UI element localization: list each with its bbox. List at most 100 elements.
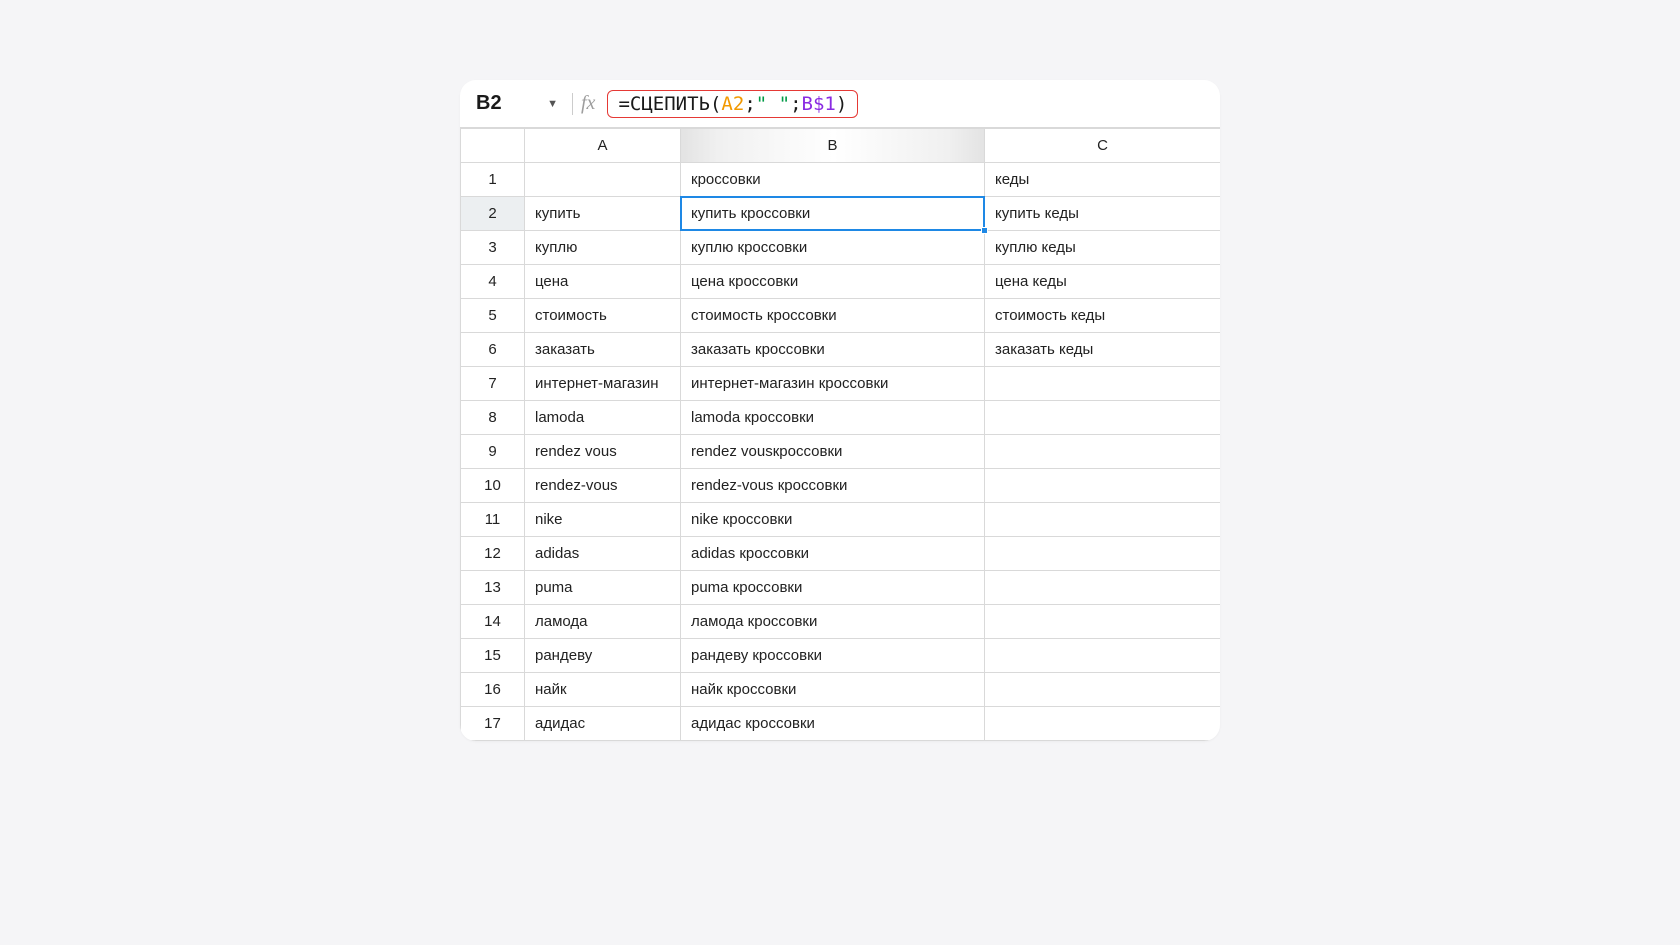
cell-B15[interactable]: рандеву кроссовки [681, 639, 985, 673]
column-header-row: A B C [461, 129, 1221, 163]
row-header-8[interactable]: 8 [461, 401, 525, 435]
row-13: 13pumapuma кроссовки [461, 571, 1221, 605]
cell-A11[interactable]: nike [525, 503, 681, 537]
cell-C11[interactable] [985, 503, 1221, 537]
row-12: 12adidasadidas кроссовки [461, 537, 1221, 571]
cell-A16[interactable]: найк [525, 673, 681, 707]
cell-B14[interactable]: ламода кроссовки [681, 605, 985, 639]
cell-B3[interactable]: куплю кроссовки [681, 231, 985, 265]
fx-icon[interactable]: fx [581, 92, 595, 115]
cell-C9[interactable] [985, 435, 1221, 469]
row-header-14[interactable]: 14 [461, 605, 525, 639]
col-header-A[interactable]: A [525, 129, 681, 163]
row-6: 6заказатьзаказать кроссовкизаказать кеды [461, 333, 1221, 367]
cell-C7[interactable] [985, 367, 1221, 401]
row-header-9[interactable]: 9 [461, 435, 525, 469]
cell-A6[interactable]: заказать [525, 333, 681, 367]
cell-C3[interactable]: куплю кеды [985, 231, 1221, 265]
cell-C10[interactable] [985, 469, 1221, 503]
row-header-6[interactable]: 6 [461, 333, 525, 367]
cell-A14[interactable]: ламода [525, 605, 681, 639]
cell-B16[interactable]: найк кроссовки [681, 673, 985, 707]
cell-C15[interactable] [985, 639, 1221, 673]
name-box-dropdown-icon[interactable]: ▼ [547, 98, 558, 110]
formula-string: " " [756, 93, 790, 115]
spreadsheet-window: B2 ▼ fx = СЦЕПИТЬ ( A2 ; " " ; B$1 ) A B… [460, 80, 1220, 741]
cell-C8[interactable] [985, 401, 1221, 435]
cell-C4[interactable]: цена кеды [985, 265, 1221, 299]
cell-A1[interactable] [525, 163, 681, 197]
row-9: 9rendez vousrendez vousкроссовки [461, 435, 1221, 469]
cell-A17[interactable]: адидас [525, 707, 681, 741]
row-header-4[interactable]: 4 [461, 265, 525, 299]
row-4: 4ценацена кроссовкицена кеды [461, 265, 1221, 299]
cell-C2[interactable]: купить кеды [985, 197, 1221, 231]
cell-B2[interactable]: купить кроссовки [681, 197, 985, 231]
row-header-7[interactable]: 7 [461, 367, 525, 401]
row-header-12[interactable]: 12 [461, 537, 525, 571]
cell-B1[interactable]: кроссовки [681, 163, 985, 197]
cell-B12[interactable]: adidas кроссовки [681, 537, 985, 571]
row-7: 7интернет-магазининтернет-магазин кроссо… [461, 367, 1221, 401]
grid[interactable]: A B C 1кроссовкикеды2купитькупить кроссо… [460, 128, 1220, 741]
row-header-16[interactable]: 16 [461, 673, 525, 707]
row-14: 14ламодаламода кроссовки [461, 605, 1221, 639]
cell-B11[interactable]: nike кроссовки [681, 503, 985, 537]
row-header-11[interactable]: 11 [461, 503, 525, 537]
row-header-3[interactable]: 3 [461, 231, 525, 265]
cell-B17[interactable]: адидас кроссовки [681, 707, 985, 741]
cell-B9[interactable]: rendez vousкроссовки [681, 435, 985, 469]
cell-A3[interactable]: куплю [525, 231, 681, 265]
cell-A8[interactable]: lamoda [525, 401, 681, 435]
cell-C1[interactable]: кеды [985, 163, 1221, 197]
formula-input[interactable]: = СЦЕПИТЬ ( A2 ; " " ; B$1 ) [607, 90, 858, 118]
formula-sep1: ; [744, 93, 755, 115]
cell-A12[interactable]: adidas [525, 537, 681, 571]
row-11: 11nikenike кроссовки [461, 503, 1221, 537]
formula-bar: B2 ▼ fx = СЦЕПИТЬ ( A2 ; " " ; B$1 ) [460, 80, 1220, 128]
cell-A10[interactable]: rendez-vous [525, 469, 681, 503]
row-header-10[interactable]: 10 [461, 469, 525, 503]
cell-B13[interactable]: puma кроссовки [681, 571, 985, 605]
cell-C12[interactable] [985, 537, 1221, 571]
formula-equals: = [618, 93, 629, 115]
col-header-B[interactable]: B [681, 129, 985, 163]
cell-A4[interactable]: цена [525, 265, 681, 299]
row-header-1[interactable]: 1 [461, 163, 525, 197]
cell-A5[interactable]: стоимость [525, 299, 681, 333]
cell-B8[interactable]: lamoda кроссовки [681, 401, 985, 435]
row-header-17[interactable]: 17 [461, 707, 525, 741]
row-3: 3куплюкуплю кроссовкикуплю кеды [461, 231, 1221, 265]
cell-C6[interactable]: заказать кеды [985, 333, 1221, 367]
name-box-value: B2 [476, 92, 502, 115]
cell-B6[interactable]: заказать кроссовки [681, 333, 985, 367]
cell-C13[interactable] [985, 571, 1221, 605]
selection-handle[interactable] [981, 227, 988, 234]
cell-A7[interactable]: интернет-магазин [525, 367, 681, 401]
select-all-corner[interactable] [461, 129, 525, 163]
row-header-13[interactable]: 13 [461, 571, 525, 605]
row-header-2[interactable]: 2 [461, 197, 525, 231]
cell-C16[interactable] [985, 673, 1221, 707]
formula-function: СЦЕПИТЬ [630, 93, 710, 115]
cell-B10[interactable]: rendez-vous кроссовки [681, 469, 985, 503]
cell-C14[interactable] [985, 605, 1221, 639]
formula-ref-a2: A2 [721, 93, 744, 115]
col-header-C[interactable]: C [985, 129, 1221, 163]
row-2: 2купитькупить кроссовкикупить кеды [461, 197, 1221, 231]
cell-C5[interactable]: стоимость кеды [985, 299, 1221, 333]
row-16: 16найкнайк кроссовки [461, 673, 1221, 707]
cell-A9[interactable]: rendez vous [525, 435, 681, 469]
cell-A2[interactable]: купить [525, 197, 681, 231]
row-header-5[interactable]: 5 [461, 299, 525, 333]
cell-B4[interactable]: цена кроссовки [681, 265, 985, 299]
row-header-15[interactable]: 15 [461, 639, 525, 673]
row-1: 1 кроссовкикеды [461, 163, 1221, 197]
name-box[interactable]: B2 ▼ [468, 92, 564, 115]
cell-A13[interactable]: puma [525, 571, 681, 605]
cell-C17[interactable] [985, 707, 1221, 741]
cell-B5[interactable]: стоимость кроссовки [681, 299, 985, 333]
row-15: 15рандевурандеву кроссовки [461, 639, 1221, 673]
cell-B7[interactable]: интернет-магазин кроссовки [681, 367, 985, 401]
cell-A15[interactable]: рандеву [525, 639, 681, 673]
